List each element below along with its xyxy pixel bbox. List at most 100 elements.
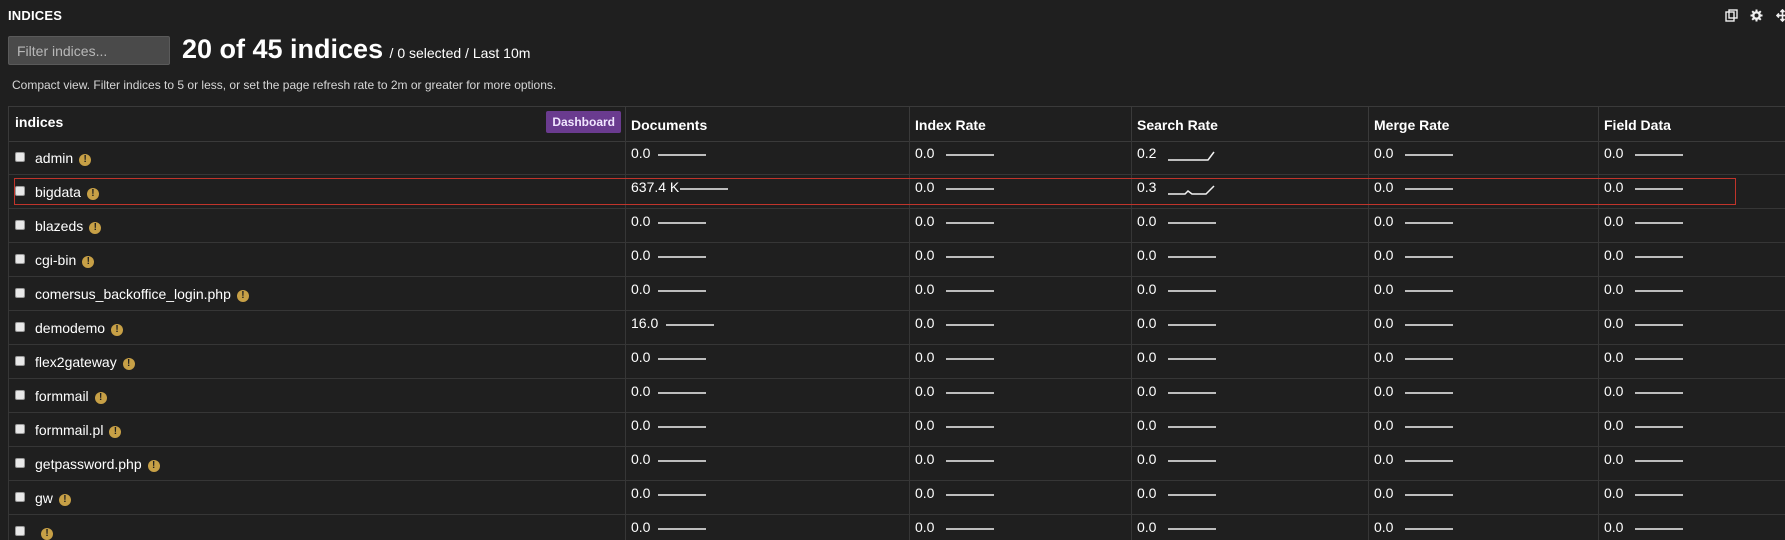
table-row[interactable]: getpassword.php! 0.0 0.0 0.0 0.0 0.0 [8, 446, 1785, 481]
documents-cell: 0.0 [625, 446, 909, 480]
index-name[interactable]: blazeds! [35, 218, 102, 234]
table-row[interactable]: cgi-bin! 0.0 0.0 0.0 0.0 0.0 [8, 242, 1785, 277]
row-checkbox[interactable] [15, 356, 25, 366]
row-checkbox[interactable] [15, 492, 25, 502]
row-checkbox[interactable] [15, 186, 25, 196]
dashboard-button[interactable]: Dashboard [546, 111, 621, 133]
header-field-data[interactable]: Field Data [1598, 107, 1785, 141]
row-checkbox[interactable] [15, 424, 25, 434]
field-data-cell: 0.0 [1598, 174, 1785, 208]
index-name[interactable]: formmail.pl! [35, 422, 122, 438]
index-rate-cell: 0.0 [909, 242, 1131, 276]
metric-value: 0.0 [631, 145, 651, 161]
table-row[interactable]: formmail! 0.0 0.0 0.0 0.0 0.0 [8, 378, 1785, 413]
table-row[interactable]: bigdata! 637.4 K 0.0 0.3 0.0 0.0 [8, 174, 1785, 209]
index-name[interactable]: bigdata! [35, 184, 99, 200]
table-row[interactable]: comersus_backoffice_login.php! 0.0 0.0 0.0 0… [8, 276, 1785, 311]
row-checkbox[interactable] [15, 288, 25, 298]
index-name-text[interactable]: formmail.pl [35, 422, 103, 438]
index-name-text[interactable]: admin [35, 150, 73, 166]
index-name-text[interactable]: gw [35, 490, 53, 506]
index-name[interactable]: cgi-bin! [35, 252, 95, 268]
header-index-rate[interactable]: Index Rate [909, 107, 1131, 141]
warning-icon: ! [79, 154, 92, 166]
index-rate-cell: 0.0 [909, 208, 1131, 242]
copy-icon[interactable] [1724, 9, 1738, 23]
sparkline [1168, 494, 1216, 496]
metric-value: 0.0 [1604, 315, 1624, 331]
row-checkbox[interactable] [15, 390, 25, 400]
merge-rate-cell: 0.0 [1368, 514, 1598, 540]
table-row[interactable]: blazeds! 0.0 0.0 0.0 0.0 0.0 [8, 208, 1785, 243]
documents-cell: 0.0 [625, 378, 909, 412]
table-row[interactable]: ! 0.0 0.0 0.0 0.0 0.0 [8, 514, 1785, 540]
table-body: admin! 0.0 0.0 0.2 0.0 0.0 bigdata! 637.4 K 0.0 0… [8, 140, 1785, 540]
index-name[interactable]: admin! [35, 150, 92, 166]
table-row[interactable]: gw! 0.0 0.0 0.0 0.0 0.0 [8, 480, 1785, 515]
index-name-text[interactable]: getpassword.php [35, 456, 142, 472]
index-name[interactable]: demodemo! [35, 320, 124, 336]
sparkline [1635, 460, 1683, 462]
row-checkbox[interactable] [15, 322, 25, 332]
metric-value: 0.0 [915, 519, 935, 535]
index-name-cell: blazeds! [8, 208, 625, 242]
sparkline [1168, 358, 1216, 360]
gear-icon[interactable] [1749, 9, 1763, 23]
index-name-text[interactable]: formmail [35, 388, 89, 404]
index-name[interactable]: formmail! [35, 388, 107, 404]
expand-icon[interactable] [1775, 8, 1785, 23]
sparkline [1168, 528, 1216, 530]
index-name[interactable]: flex2gateway! [35, 354, 135, 370]
merge-rate-cell: 0.0 [1368, 480, 1598, 514]
index-name-text[interactable]: comersus_backoffice_login.php [35, 286, 231, 302]
sparkline [1635, 528, 1683, 530]
row-checkbox[interactable] [15, 152, 25, 162]
index-name-text[interactable]: cgi-bin [35, 252, 76, 268]
index-name[interactable]: getpassword.php! [35, 456, 160, 472]
header-merge-rate[interactable]: Merge Rate [1368, 107, 1598, 141]
index-name-cell: flex2gateway! [8, 344, 625, 378]
row-checkbox[interactable] [15, 526, 25, 536]
field-data-cell: 0.0 [1598, 412, 1785, 446]
row-checkbox[interactable] [15, 220, 25, 230]
documents-cell: 0.0 [625, 140, 909, 174]
metric-value: 0.0 [1604, 485, 1624, 501]
header-indices[interactable]: indices Dashboard [8, 107, 625, 141]
table-row[interactable]: demodemo! 16.0 0.0 0.0 0.0 0.0 [8, 310, 1785, 345]
metric-value: 0.0 [1137, 281, 1157, 297]
index-name-cell: demodemo! [8, 310, 625, 344]
index-rate-cell: 0.0 [909, 344, 1131, 378]
warning-icon: ! [122, 358, 135, 370]
metric-value: 0.0 [1374, 315, 1394, 331]
index-name-text[interactable]: bigdata [35, 184, 81, 200]
sparkline [1405, 290, 1453, 292]
index-name-text[interactable]: flex2gateway [35, 354, 117, 370]
index-name[interactable]: ! [35, 524, 53, 540]
sparkline [1635, 256, 1683, 258]
warning-icon: ! [58, 494, 71, 506]
row-checkbox[interactable] [15, 254, 25, 264]
row-checkbox[interactable] [15, 458, 25, 468]
selection-detail: / 0 selected / Last 10m [389, 45, 531, 61]
index-rate-cell: 0.0 [909, 412, 1131, 446]
index-name-text[interactable]: blazeds [35, 218, 83, 234]
metric-value: 0.0 [1604, 519, 1624, 535]
index-name[interactable]: comersus_backoffice_login.php! [35, 286, 249, 302]
header-documents[interactable]: Documents [625, 107, 909, 141]
table-row[interactable]: formmail.pl! 0.0 0.0 0.0 0.0 0.0 [8, 412, 1785, 447]
sparkline [1405, 358, 1453, 360]
warning-icon: ! [94, 392, 107, 404]
filter-input[interactable] [8, 36, 170, 65]
header-search-rate[interactable]: Search Rate [1131, 107, 1368, 141]
index-rate-cell: 0.0 [909, 276, 1131, 310]
sparkline [658, 256, 706, 258]
index-name-text[interactable]: demodemo [35, 320, 105, 336]
metric-value: 0.0 [1374, 349, 1394, 365]
table-row[interactable]: flex2gateway! 0.0 0.0 0.0 0.0 0.0 [8, 344, 1785, 379]
index-name[interactable]: gw! [35, 490, 71, 506]
sparkline [1405, 528, 1453, 530]
table-row[interactable]: admin! 0.0 0.0 0.2 0.0 0.0 [8, 140, 1785, 175]
sparkline [1635, 188, 1683, 190]
sparkline [946, 290, 994, 292]
sparkline [946, 460, 994, 462]
